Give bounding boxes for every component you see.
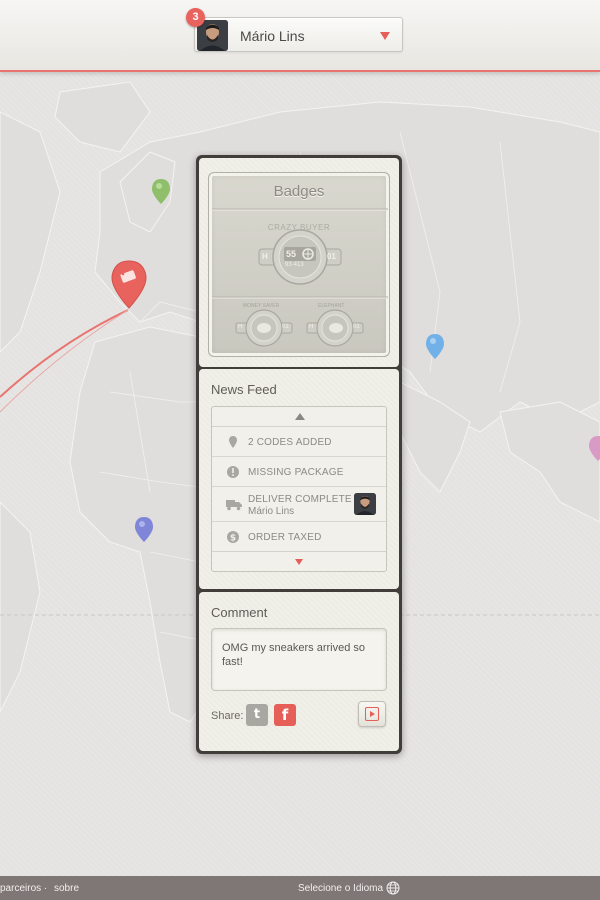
map-pin-icon: [229, 436, 237, 448]
list-item-label: DELIVER COMPLETE: [248, 494, 352, 505]
badges-title: Badges: [273, 183, 325, 200]
badges-section: Badges CRAZY BUYER H 01 55 93·413 MONEY …: [199, 158, 399, 367]
about-link[interactable]: sobre: [54, 883, 79, 894]
main-badge-subcode: 93·413: [285, 262, 304, 268]
list-item-sublabel: Mário Lins: [248, 506, 295, 517]
badges-card[interactable]: Badges CRAZY BUYER H 01 55 93·413 MONEY …: [208, 172, 390, 357]
comment-section: Comment OMG my sneakers arrived so fast!…: [199, 592, 399, 751]
comment-title: Comment: [211, 605, 268, 620]
main-badge-code: 55: [286, 249, 297, 259]
partners-link[interactable]: parceiros: [0, 883, 41, 894]
truck-icon: [226, 500, 242, 511]
user-name: Mário Lins: [240, 28, 305, 44]
list-item-label: MISSING PACKAGE: [248, 467, 344, 478]
alert-icon: [227, 466, 239, 478]
chevron-down-icon: [380, 32, 390, 40]
small-badge-1-right-tag: 01: [282, 324, 289, 330]
main-badge-left-tag: H: [262, 252, 268, 261]
small-badge-2-left-tag: H: [309, 324, 314, 330]
language-selector[interactable]: Selecione o Idioma: [298, 883, 383, 894]
news-feed-section: News Feed 2 CODES ADDED MISSING PACKAGE: [199, 369, 399, 589]
main-badge-right-tag: 01: [327, 252, 336, 261]
footer: parceiros . sobre Selecione o Idioma: [0, 876, 600, 900]
comment-textarea[interactable]: OMG my sneakers arrived so fast!: [211, 628, 387, 691]
small-badge-2-name: ELEPHANT: [318, 303, 345, 309]
list-item[interactable]: $ ORDER TAXED: [212, 522, 386, 552]
list-item-label: 2 CODES ADDED: [248, 437, 332, 448]
list-item[interactable]: DELIVER COMPLETE Mário Lins: [212, 487, 386, 522]
chevron-down-icon: [295, 559, 303, 565]
news-feed-title: News Feed: [211, 382, 277, 397]
news-feed-list: 2 CODES ADDED MISSING PACKAGE DELIVER CO…: [211, 406, 387, 572]
send-button[interactable]: [358, 701, 386, 727]
share-label: Share:: [211, 710, 244, 722]
globe-icon[interactable]: [386, 881, 400, 895]
chevron-up-icon: [295, 413, 305, 420]
scroll-down-button[interactable]: [212, 551, 386, 571]
list-item[interactable]: 2 CODES ADDED: [212, 427, 386, 457]
small-badge-1-left-tag: H: [238, 324, 243, 330]
side-panel: Badges CRAZY BUYER H 01 55 93·413 MONEY …: [196, 155, 402, 754]
footer-separator: .: [44, 881, 47, 892]
small-badge-2-right-tag: 01: [353, 324, 360, 330]
scroll-up-button[interactable]: [212, 407, 386, 427]
small-badge-1-name: MONEY SAVER: [243, 303, 280, 309]
user-dropdown[interactable]: Mário Lins: [194, 17, 403, 52]
twitter-button[interactable]: t: [246, 704, 268, 726]
svg-text:$: $: [230, 534, 236, 544]
avatar: [354, 493, 376, 515]
dollar-icon: $: [227, 531, 239, 544]
notification-badge[interactable]: 3: [186, 8, 205, 27]
list-item-label: ORDER TAXED: [248, 532, 322, 543]
facebook-button[interactable]: f: [274, 704, 296, 726]
main-badge-name: CRAZY BUYER: [267, 223, 331, 232]
top-bar: 3 Mário Lins: [0, 0, 600, 72]
play-icon: [365, 707, 379, 721]
list-item[interactable]: MISSING PACKAGE: [212, 457, 386, 487]
